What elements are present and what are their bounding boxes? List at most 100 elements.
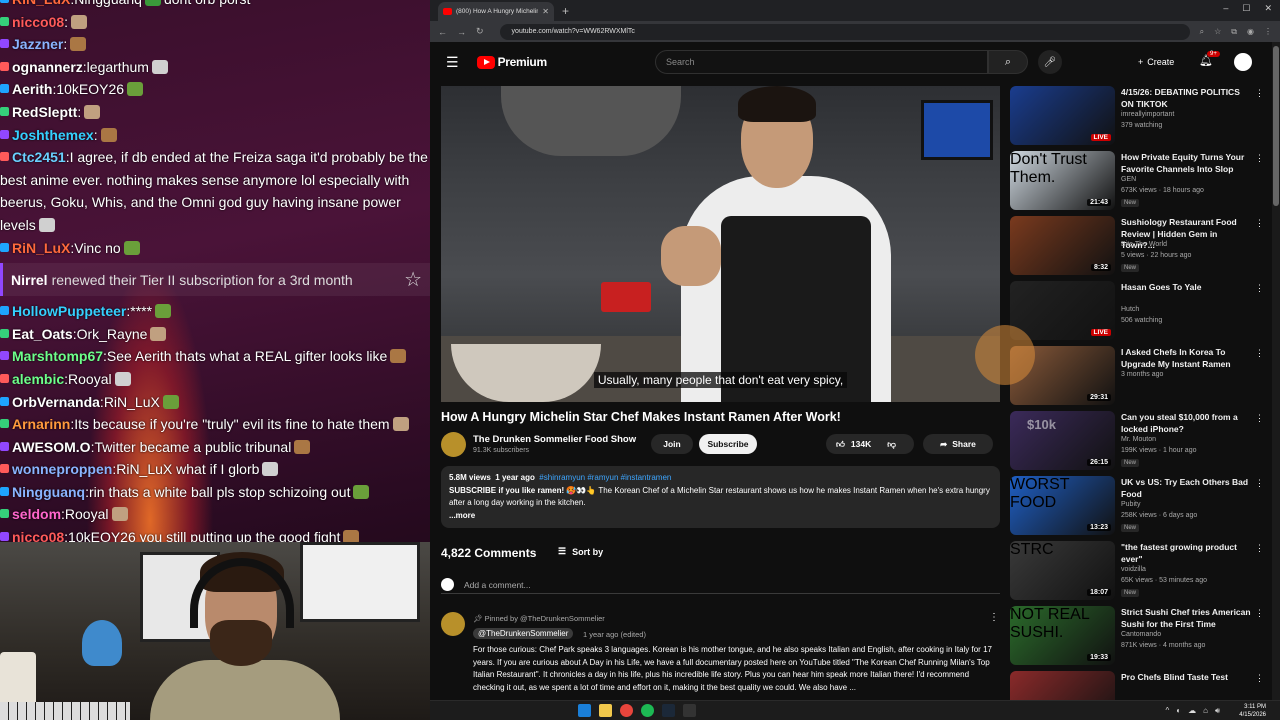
hashtags[interactable]: #shinramyun #ramyun #instantramen (539, 473, 671, 482)
recommended-title[interactable]: 4/15/26: DEBATING POLITICS ON TIKTOK (1121, 87, 1251, 110)
zoom-icon[interactable]: ⌕ (1200, 27, 1204, 37)
recommended-menu-icon[interactable]: ⋮ (1255, 608, 1264, 619)
recommended-menu-icon[interactable]: ⋮ (1255, 283, 1264, 294)
close-window-button[interactable]: ✕ (1264, 3, 1272, 14)
commenter-avatar[interactable] (441, 612, 465, 636)
recommended-menu-icon[interactable]: ⋮ (1255, 673, 1264, 684)
recommended-thumbnail[interactable]: 8:32 (1010, 216, 1115, 275)
like-button[interactable]: 👍︎ 134K 👎︎ (826, 434, 914, 454)
recommended-video[interactable]: LIVE 4/15/26: DEBATING POLITICS ON TIKTOK… (1010, 86, 1280, 148)
channel-avatar[interactable] (441, 432, 466, 457)
recommended-menu-icon[interactable]: ⋮ (1255, 218, 1264, 229)
recommended-channel[interactable]: Bite The World (1121, 241, 1167, 248)
join-button[interactable]: Join (651, 434, 693, 454)
tray-cloud-icon[interactable]: ☁ (1188, 706, 1196, 716)
chat-username[interactable]: Ctc2451 (12, 149, 66, 165)
chat-username[interactable]: RiN_LuX (12, 0, 70, 7)
recommended-video[interactable]: NOT REAL SUSHI. 19:33 Strict Sushi Chef tr… (1010, 606, 1280, 668)
chat-username[interactable]: Jazzner (12, 36, 63, 52)
show-more-link[interactable]: ...more (449, 510, 992, 523)
recommended-video[interactable]: WORST FOOD 13:23 UK vs US: Try Each Others… (1010, 476, 1280, 538)
chrome-icon[interactable] (620, 704, 633, 717)
chat-username[interactable]: Eat_Oats (12, 326, 73, 342)
recommended-video[interactable]: Don't Trust Them. 21:43 How Private Equity… (1010, 151, 1280, 213)
start-icon[interactable] (578, 704, 591, 717)
bookmark-star-icon[interactable]: ☆ (1214, 27, 1221, 36)
thumbs-down-icon[interactable]: 👎︎ (887, 439, 896, 450)
recommended-thumbnail[interactable]: WORST FOOD 13:23 (1010, 476, 1115, 535)
recommended-menu-icon[interactable]: ⋮ (1255, 348, 1264, 359)
tray-app-icon[interactable]: ◐ (1176, 706, 1181, 716)
subscriber-name[interactable]: Nirrel (11, 272, 48, 288)
scrollbar-thumb[interactable] (1273, 46, 1279, 206)
recommended-thumbnail[interactable]: LIVE (1010, 86, 1115, 145)
new-tab-button[interactable]: + (562, 4, 569, 18)
chat-username[interactable]: Ningguanq (12, 484, 85, 500)
chat-username[interactable]: RiN_LuX (12, 240, 70, 256)
chat-username[interactable]: HollowPuppeteer (12, 303, 126, 319)
recommended-channel[interactable]: imreallyimportant (1121, 111, 1174, 118)
recommended-menu-icon[interactable]: ⋮ (1255, 478, 1264, 489)
voice-search-button[interactable]: 🎤︎ (1038, 50, 1062, 74)
search-input[interactable]: Search (655, 50, 988, 74)
recommended-title[interactable]: Pro Chefs Blind Taste Test (1121, 672, 1251, 684)
description-box[interactable]: 5.8M views 1 year ago #shinramyun #ramyu… (441, 466, 1000, 528)
youtube-logo[interactable]: Premium (476, 55, 547, 69)
recommended-video[interactable]: Pro Chefs Blind Taste Test ⋮ (1010, 671, 1280, 700)
chat-username[interactable]: ognannerz (12, 59, 83, 75)
recommended-thumbnail[interactable]: Don't Trust Them. 21:43 (1010, 151, 1115, 210)
obs-icon[interactable] (683, 704, 696, 717)
recommended-thumbnail[interactable]: NOT REAL SUSHI. 19:33 (1010, 606, 1115, 665)
tray-volume-icon[interactable]: 🔊︎ (1215, 706, 1220, 716)
add-comment-input[interactable]: Add a comment... (464, 580, 531, 590)
taskbar-clock[interactable]: 3:11 PM 4/15/2026 (1239, 703, 1266, 719)
page-scrollbar[interactable] (1272, 42, 1280, 700)
chat-username[interactable]: alembic (12, 371, 64, 387)
recommended-title[interactable]: How Private Equity Turns Your Favorite C… (1121, 152, 1251, 175)
recommended-menu-icon[interactable]: ⋮ (1255, 88, 1264, 99)
close-tab-icon[interactable]: ✕ (542, 7, 549, 16)
minimize-button[interactable]: – (1223, 3, 1228, 14)
recommended-thumbnail[interactable]: STRC 18:07 (1010, 541, 1115, 600)
spotify-icon[interactable] (641, 704, 654, 717)
recommended-menu-icon[interactable]: ⋮ (1255, 153, 1264, 164)
search-button[interactable]: ⌕ (988, 50, 1028, 74)
reload-icon[interactable]: ↻ (476, 26, 484, 37)
tray-chevron-icon[interactable]: ^ (1166, 706, 1170, 716)
chat-username[interactable]: RedSleptt (12, 104, 77, 120)
recommended-channel[interactable]: GEN (1121, 176, 1136, 183)
maximize-button[interactable]: ☐ (1242, 3, 1250, 14)
browser-tab[interactable]: (800) How A Hungry Michelin ✕ (438, 2, 554, 21)
recommended-thumbnail[interactable] (1010, 671, 1115, 700)
recommended-channel[interactable]: Cantomando (1121, 631, 1161, 638)
file-explorer-icon[interactable] (599, 704, 612, 717)
add-comment-row[interactable]: Add a comment... (441, 576, 1000, 594)
recommended-title[interactable]: Hasan Goes To Yale (1121, 282, 1251, 294)
menu-icon[interactable]: ⋮ (1264, 27, 1272, 36)
recommended-video[interactable]: STRC 18:07 "the fastest growing product ev… (1010, 541, 1280, 603)
hamburger-menu-icon[interactable]: ☰ (446, 54, 459, 71)
back-icon[interactable]: ← (438, 27, 447, 37)
sort-comments-button[interactable]: ☰ Sort by (558, 546, 603, 557)
recommended-title[interactable]: Strict Sushi Chef tries American Sushi f… (1121, 607, 1251, 630)
account-avatar[interactable] (1234, 53, 1252, 71)
chat-username[interactable]: wonneproppen (12, 461, 112, 477)
chat-username[interactable]: OrbVernanda (12, 394, 100, 410)
commenter-handle[interactable]: @TheDrunkenSommelier (473, 628, 574, 639)
chat-username[interactable]: seldom (12, 506, 61, 522)
tray-network-icon[interactable]: ⌂ (1203, 706, 1208, 716)
recommended-menu-icon[interactable]: ⋮ (1255, 543, 1264, 554)
recommended-channel[interactable]: Pubity (1121, 501, 1140, 508)
steam-icon[interactable] (662, 704, 675, 717)
profile-icon[interactable]: ◉ (1247, 27, 1254, 36)
recommended-channel[interactable]: voidzilla (1121, 566, 1146, 573)
chat-username[interactable]: AWESOM.O (12, 439, 91, 455)
recommended-title[interactable]: "the fastest growing product ever" (1121, 542, 1251, 565)
video-player[interactable]: Usually, many people that don't eat very… (441, 86, 1000, 402)
subscribe-button[interactable]: Subscribe (699, 434, 757, 454)
comment-menu-icon[interactable]: ⋮ (989, 612, 999, 623)
chat-username[interactable]: Joshthemex (12, 127, 94, 143)
recommended-menu-icon[interactable]: ⋮ (1255, 413, 1264, 424)
extensions-icon[interactable]: ⧉ (1231, 27, 1237, 37)
chat-username[interactable]: nicco08 (12, 14, 64, 30)
